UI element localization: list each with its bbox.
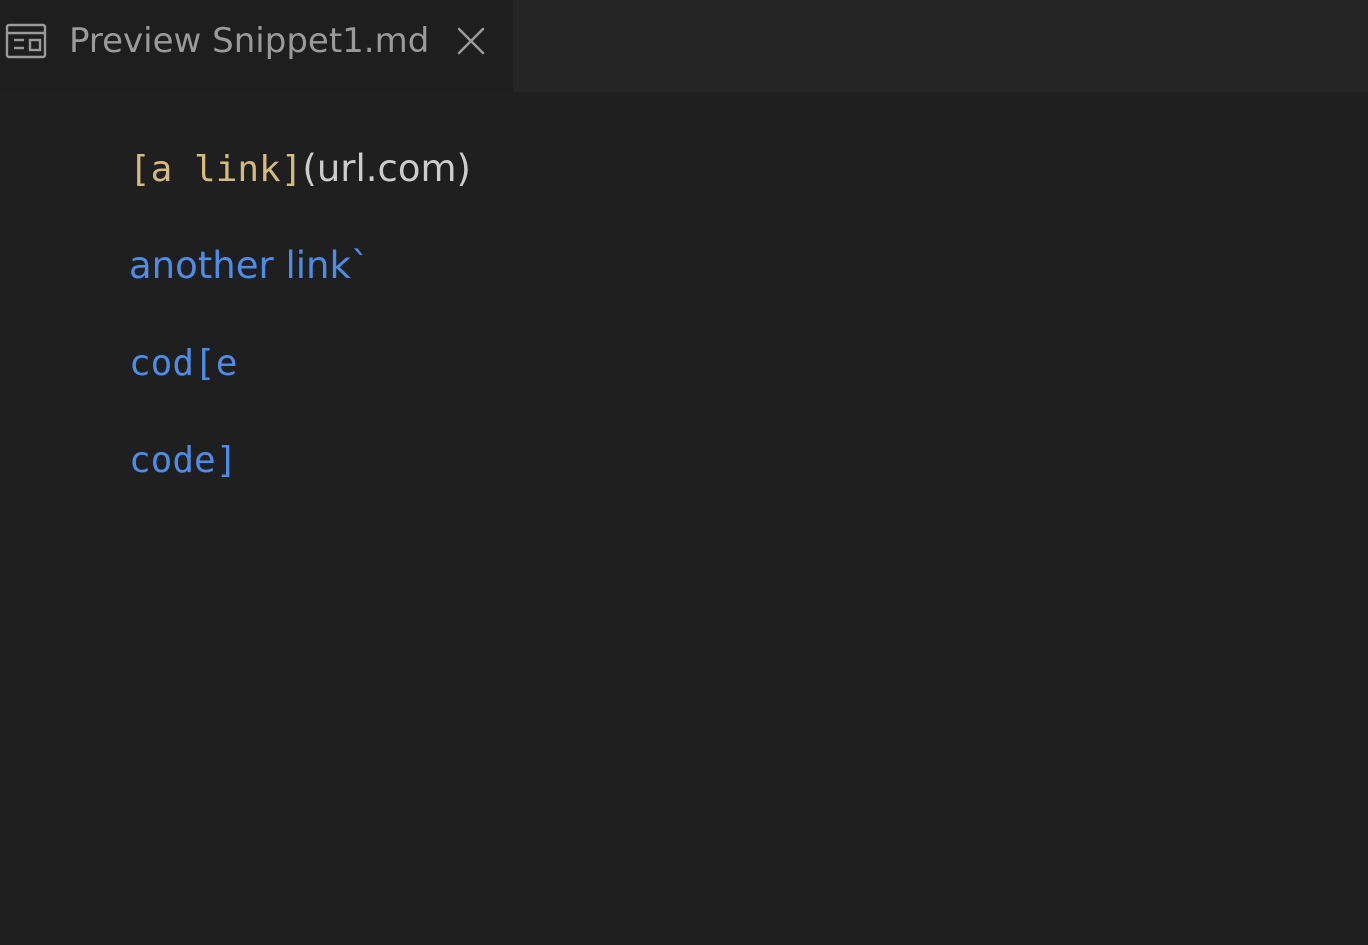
tab-label: Preview Snippet1.md xyxy=(69,21,430,61)
preview-line-3: cod[e xyxy=(129,338,237,389)
plain-text: (url.com) xyxy=(302,147,471,190)
tab-preview-snippet1[interactable]: Preview Snippet1.md xyxy=(0,0,513,92)
link-another[interactable]: another link` xyxy=(129,244,369,287)
close-icon[interactable] xyxy=(455,25,487,57)
preview-line-4: code] xyxy=(129,435,237,486)
link-code-1[interactable]: cod[e xyxy=(129,343,237,384)
preview-line-2: another link` xyxy=(129,241,369,291)
markdown-preview: [a link](url.com) another link` cod[e co… xyxy=(0,92,1368,945)
link-code-2[interactable]: code] xyxy=(129,440,237,481)
preview-line-1: [a link](url.com) xyxy=(129,144,471,195)
inline-code: [a link] xyxy=(129,149,303,190)
open-preview-icon xyxy=(5,23,47,59)
editor-tab-bar: Preview Snippet1.md xyxy=(0,0,1368,92)
